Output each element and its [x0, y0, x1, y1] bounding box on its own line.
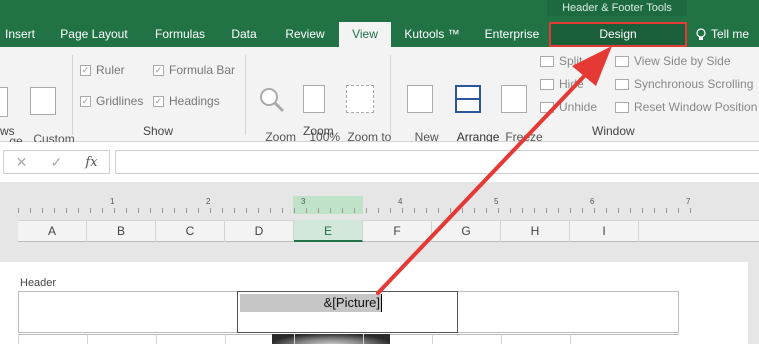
annotation-arrow: [376, 46, 612, 295]
